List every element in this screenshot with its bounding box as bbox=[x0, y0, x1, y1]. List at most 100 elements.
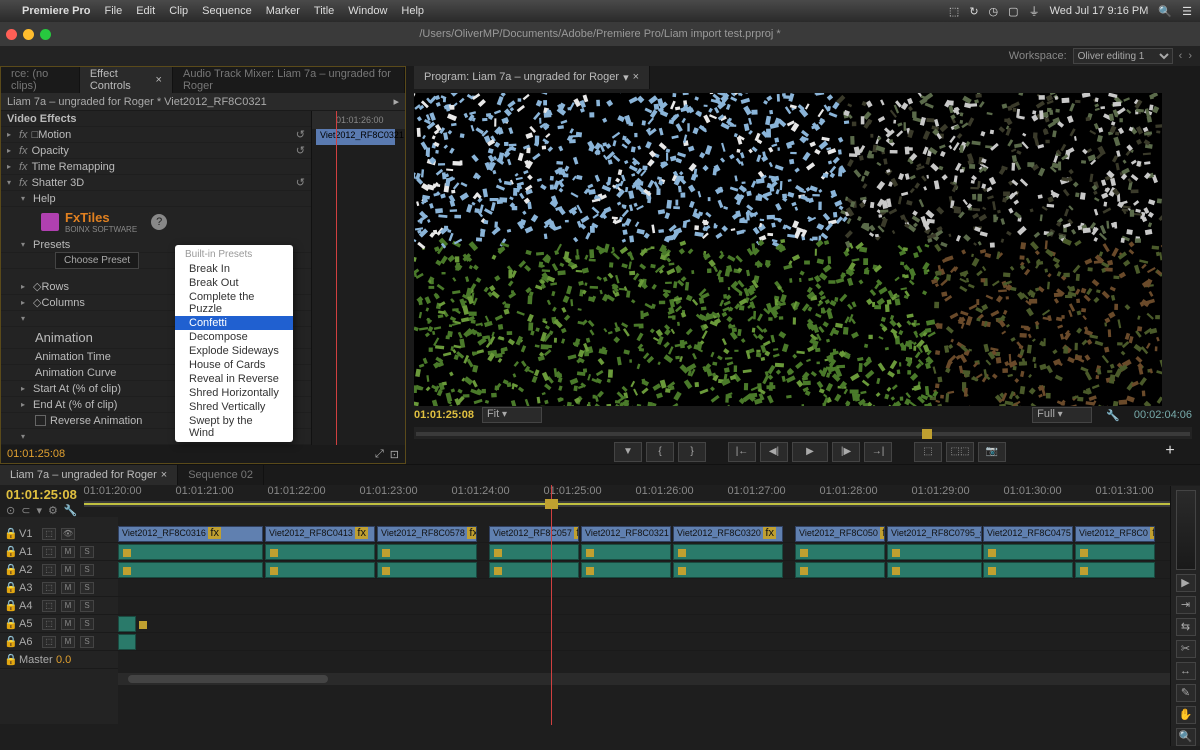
audio-clip[interactable] bbox=[673, 544, 783, 560]
menu-window[interactable]: Window bbox=[348, 5, 387, 17]
timeline-ruler[interactable]: 01:01:20:0001:01:21:0001:01:22:0001:01:2… bbox=[84, 485, 1200, 517]
audio-track-a5[interactable] bbox=[118, 615, 1200, 633]
audio-clip[interactable] bbox=[581, 562, 671, 578]
solo-button[interactable]: S bbox=[80, 618, 94, 630]
solo-button[interactable]: S bbox=[80, 582, 94, 594]
source-patch[interactable]: ⬚ bbox=[42, 600, 56, 612]
preset-item[interactable]: Reveal in Reverse bbox=[175, 372, 293, 386]
section-video-effects[interactable]: Video Effects bbox=[1, 111, 311, 127]
minimize-button[interactable] bbox=[23, 29, 34, 40]
mute-button[interactable]: M bbox=[61, 600, 75, 612]
audio-clip[interactable] bbox=[581, 544, 671, 560]
play-button[interactable]: ▶ bbox=[792, 442, 828, 462]
source-patch[interactable]: ⬚ bbox=[42, 564, 56, 576]
video-clip[interactable]: Viet2012_RF8C0320 fx bbox=[673, 526, 783, 542]
audio-clip[interactable] bbox=[377, 562, 477, 578]
audio-clip[interactable] bbox=[265, 544, 375, 560]
reverse-checkbox[interactable] bbox=[35, 415, 46, 426]
lock-icon[interactable]: 🔒 bbox=[4, 635, 14, 648]
audio-clip[interactable] bbox=[489, 562, 579, 578]
solo-button[interactable]: S bbox=[80, 600, 94, 612]
mini-clip[interactable]: Viet2012_RF8C0321 bbox=[316, 129, 395, 145]
linked-icon[interactable]: ⊂ bbox=[21, 504, 30, 517]
audio-clip[interactable] bbox=[1075, 562, 1155, 578]
resolution-select[interactable]: Full ▾ bbox=[1032, 407, 1092, 423]
source-patch[interactable]: ⬚ bbox=[42, 546, 56, 558]
audio-clip[interactable] bbox=[795, 544, 885, 560]
chevron-right-icon[interactable]: › bbox=[1188, 50, 1192, 62]
track-header-a2[interactable]: 🔒A2⬚MS bbox=[0, 561, 118, 579]
audio-clip[interactable] bbox=[118, 562, 263, 578]
timeline-tab-1[interactable]: Sequence 02 bbox=[178, 465, 264, 485]
export-frame-button[interactable]: 📷 bbox=[978, 442, 1006, 462]
preset-item[interactable]: House of Cards bbox=[175, 358, 293, 372]
lock-icon[interactable]: 🔒 bbox=[4, 653, 14, 666]
zoom-tool[interactable]: 🔍 bbox=[1176, 728, 1196, 746]
preset-item[interactable]: Explode Sideways bbox=[175, 344, 293, 358]
video-clip[interactable]: Viet2012_RF8C0316 fx bbox=[118, 526, 263, 542]
menu-title[interactable]: Title bbox=[314, 5, 334, 17]
pen-tool[interactable]: ✎ bbox=[1176, 684, 1196, 702]
lock-icon[interactable]: 🔒 bbox=[4, 563, 14, 576]
audio-clip[interactable] bbox=[887, 562, 982, 578]
track-header-a1[interactable]: 🔒A1⬚MS bbox=[0, 543, 118, 561]
go-to-in-button[interactable]: |← bbox=[728, 442, 756, 462]
video-clip[interactable]: Viet2012_RF8C0 fx bbox=[1075, 526, 1155, 542]
solo-button[interactable]: S bbox=[80, 636, 94, 648]
playhead-handle[interactable] bbox=[545, 499, 558, 509]
reset-icon[interactable]: ↺ bbox=[296, 144, 305, 157]
preset-item[interactable]: Break In bbox=[175, 262, 293, 276]
display-icon[interactable]: ▢ bbox=[1008, 5, 1018, 18]
audio-clip[interactable] bbox=[673, 562, 783, 578]
program-timecode[interactable]: 01:01:25:08 bbox=[414, 409, 474, 421]
lock-icon[interactable]: 🔒 bbox=[4, 617, 14, 630]
source-patch[interactable]: ⬚ bbox=[42, 528, 56, 540]
effect-motion[interactable]: ▸fx □ Motion↺ bbox=[1, 127, 311, 143]
video-clip[interactable]: Viet2012_RF8C0578 fx bbox=[377, 526, 477, 542]
wrench-icon[interactable]: 🔧 bbox=[1106, 409, 1120, 422]
close-icon[interactable]: × bbox=[156, 74, 162, 86]
audio-track-a4[interactable] bbox=[118, 597, 1200, 615]
audio-clip[interactable] bbox=[118, 634, 136, 650]
audio-track-a6[interactable] bbox=[118, 633, 1200, 651]
program-scrubber[interactable] bbox=[414, 427, 1192, 439]
video-clip[interactable]: Viet2012_RF8C0475 fx bbox=[983, 526, 1073, 542]
effect-timecode[interactable]: 01:01:25:08 bbox=[7, 448, 65, 460]
menu-help[interactable]: Help bbox=[401, 5, 424, 17]
audio-clip[interactable] bbox=[1075, 544, 1155, 560]
tab-effect-controls[interactable]: Effect Controls × bbox=[80, 67, 173, 93]
wifi-icon[interactable]: ⏚ bbox=[1029, 3, 1040, 19]
choose-preset-button[interactable]: Choose Preset bbox=[55, 252, 139, 269]
keyframe-icon[interactable]: ◇ bbox=[33, 280, 41, 293]
source-patch[interactable]: ⬚ bbox=[42, 582, 56, 594]
video-clip[interactable]: Viet2012_RF8C0795_sl fx bbox=[887, 526, 982, 542]
track-header-a5[interactable]: 🔒A5⬚MS bbox=[0, 615, 118, 633]
menu-marker[interactable]: Marker bbox=[266, 5, 300, 17]
video-track-v1[interactable]: Viet2012_RF8C0316 fxViet2012_RF8C0413 fx… bbox=[118, 525, 1200, 543]
audio-clip[interactable] bbox=[489, 544, 579, 560]
timeline-playhead[interactable] bbox=[551, 485, 552, 725]
preset-item[interactable]: Swept by the Wind bbox=[175, 414, 293, 440]
settings-icon[interactable]: ⚙ bbox=[48, 504, 58, 517]
panel-menu-icon[interactable]: ⊡ bbox=[390, 448, 399, 461]
dropbox-icon[interactable]: ⬚ bbox=[949, 5, 959, 18]
effect-mini-timeline[interactable]: 01:01:26:00 Viet2012_RF8C0321 bbox=[311, 111, 405, 445]
lock-icon[interactable]: 🔒 bbox=[4, 599, 14, 612]
solo-button[interactable]: S bbox=[80, 546, 94, 558]
audio-clip[interactable] bbox=[795, 562, 885, 578]
zoom-button[interactable] bbox=[40, 29, 51, 40]
program-monitor[interactable] bbox=[414, 93, 1162, 406]
audio-clip[interactable] bbox=[118, 616, 136, 632]
preset-item[interactable]: Confetti bbox=[175, 316, 293, 330]
mute-button[interactable]: M bbox=[61, 582, 75, 594]
track-select-tool[interactable]: ⇥ bbox=[1176, 596, 1196, 614]
track-header-v1[interactable]: 🔒V1⬚👁 bbox=[0, 525, 118, 543]
selection-tool[interactable]: ▶ bbox=[1176, 574, 1196, 592]
menu-icon[interactable]: ☰ bbox=[1182, 5, 1192, 18]
tab-program[interactable]: Program: Liam 7a – ungraded for Roger ▾ … bbox=[414, 66, 650, 89]
spotlight-icon[interactable]: 🔍 bbox=[1158, 5, 1172, 18]
master-level[interactable]: 0.0 bbox=[56, 654, 71, 666]
timeline-timecode[interactable]: 01:01:25:08 bbox=[6, 487, 78, 502]
snap-icon[interactable]: ⊙ bbox=[6, 504, 15, 517]
audio-clip[interactable] bbox=[983, 562, 1073, 578]
